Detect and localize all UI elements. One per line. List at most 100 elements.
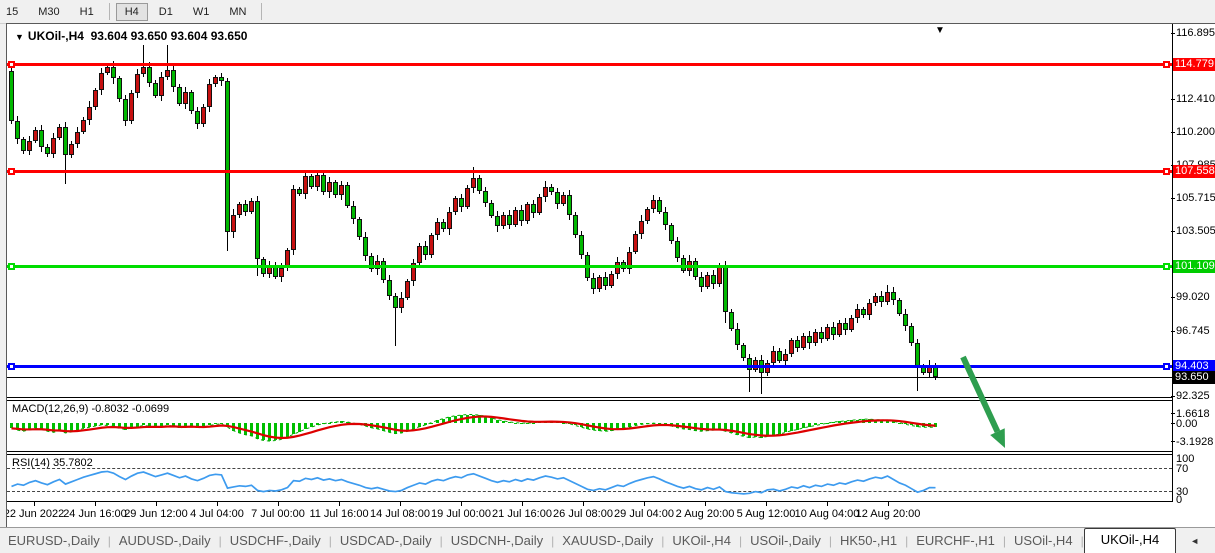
macd-histogram-bar <box>340 421 343 422</box>
macd-histogram-bar <box>910 423 913 426</box>
candle <box>663 212 668 225</box>
support-green-marker[interactable] <box>1163 263 1170 270</box>
time-tick-mark <box>217 502 218 506</box>
time-axis[interactable]: 22 Jun 202224 Jun 16:0029 Jun 12:004 Jul… <box>7 502 1172 528</box>
price-tick-mark <box>1171 331 1175 332</box>
candle <box>87 107 92 120</box>
tab-audusd-daily[interactable]: AUDUSD-,Daily <box>111 530 219 553</box>
macd-histogram-bar <box>40 423 43 430</box>
candle <box>243 204 248 211</box>
tab-scroll-arrows[interactable]: ◄ ► <box>1190 536 1215 546</box>
candle <box>201 107 206 125</box>
resistance-upper-marker[interactable] <box>8 61 15 68</box>
candle <box>219 77 224 81</box>
price-panel[interactable]: ▼ <box>7 24 1172 397</box>
candle <box>807 336 812 343</box>
candle <box>471 178 476 188</box>
candle <box>435 222 440 235</box>
tab-eurusd-daily[interactable]: EURUSD-,Daily <box>0 530 108 553</box>
price-tick: 116.895 <box>1176 27 1215 39</box>
rsi-panel[interactable]: RSI(14) 35.7802 <box>7 455 1172 501</box>
timeframe-button-h4[interactable]: H4 <box>116 3 148 21</box>
macd-histogram-bar <box>592 423 595 431</box>
macd-histogram-bar <box>358 423 361 425</box>
tab-usdchf-daily[interactable]: USDCHF-,Daily <box>222 530 329 553</box>
resistance-lower-marker[interactable] <box>8 168 15 175</box>
macd-histogram-bar <box>790 423 793 431</box>
macd-histogram-bar <box>262 423 265 441</box>
chevron-down-icon[interactable]: ▼ <box>15 32 24 42</box>
tab-usdcad-daily[interactable]: USDCAD-,Daily <box>332 530 440 553</box>
macd-histogram-bar <box>520 423 523 424</box>
macd-panel[interactable]: MACD(12,26,9) -0.8032 -0.0699 <box>7 401 1172 451</box>
price-axis[interactable]: 116.895112.410110.200107.985105.715103.5… <box>1173 24 1215 528</box>
macd-histogram-bar <box>718 423 721 430</box>
macd-histogram-bar <box>640 423 643 425</box>
macd-histogram-bar <box>610 423 613 431</box>
timeframe-button-mn[interactable]: MN <box>220 3 255 21</box>
candle <box>603 277 608 286</box>
timeframe-button-d1[interactable]: D1 <box>150 3 182 21</box>
macd-histogram-bar <box>514 423 517 424</box>
macd-histogram-bar <box>34 423 37 429</box>
price-tick: 99.020 <box>1176 291 1210 303</box>
candle <box>729 312 734 328</box>
macd-histogram-bar <box>700 423 703 432</box>
tab-xauusd-daily[interactable]: XAUUSD-,Daily <box>554 530 661 553</box>
macd-histogram-bar <box>64 423 67 433</box>
candle <box>357 219 362 237</box>
candle <box>327 182 332 192</box>
macd-histogram-bar <box>490 418 493 423</box>
timeframe-button-m30[interactable]: M30 <box>29 3 68 21</box>
candle <box>879 296 884 302</box>
tab-ukoil-h4[interactable]: UKOil-,H4 <box>664 530 739 553</box>
timeframe-button-15[interactable]: 15 <box>0 3 27 21</box>
macd-histogram-bar <box>826 423 829 424</box>
candle <box>363 237 368 256</box>
chart-ohlc-values: 93.604 93.650 93.604 93.650 <box>91 29 248 43</box>
macd-histogram-bar <box>190 423 193 426</box>
candle <box>345 185 350 206</box>
timeframe-button-w1[interactable]: W1 <box>184 3 219 21</box>
candle <box>213 77 218 84</box>
tab-usdcnh-daily[interactable]: USDCNH-,Daily <box>443 530 551 553</box>
support-blue-line[interactable] <box>7 365 1172 368</box>
tab-eurchf-h1[interactable]: EURCHF-,H1 <box>908 530 1003 553</box>
time-axis-label: 29 Jul 04:00 <box>614 508 674 520</box>
candle <box>459 198 464 207</box>
macd-histogram-bar <box>556 422 559 423</box>
support-blue-marker[interactable] <box>1163 363 1170 370</box>
tab-ukoil-h4[interactable]: UKOil-,H4 <box>1084 528 1177 553</box>
macd-histogram-bar <box>160 423 163 427</box>
chart-shift-marker-icon[interactable]: ▼ <box>935 25 945 36</box>
timeframe-button-h1[interactable]: H1 <box>71 3 103 21</box>
macd-histogram-bar <box>724 423 727 432</box>
resistance-lower-marker[interactable] <box>1163 168 1170 175</box>
candle <box>15 121 20 139</box>
support-green-marker[interactable] <box>8 263 15 270</box>
tab-hk50-h1[interactable]: HK50-,H1 <box>832 530 905 553</box>
macd-histogram-bar <box>334 422 337 423</box>
macd-histogram-bar <box>484 416 487 422</box>
macd-histogram-bar <box>706 423 709 431</box>
macd-histogram-bar <box>844 421 847 423</box>
macd-histogram-bar <box>922 423 925 428</box>
candle <box>519 210 524 220</box>
tab-usoil-daily[interactable]: USOil-,Daily <box>742 530 829 553</box>
candle <box>111 67 116 79</box>
macd-histogram-bar <box>634 423 637 426</box>
macd-histogram-bar <box>838 421 841 422</box>
support-green-line[interactable] <box>7 265 1172 268</box>
candle <box>147 67 152 83</box>
resistance-upper-marker[interactable] <box>1163 61 1170 68</box>
candle <box>45 147 50 154</box>
resistance-lower-line[interactable] <box>7 170 1172 173</box>
resistance-upper-line[interactable] <box>7 63 1172 66</box>
tab-usoil-h4[interactable]: USOil-,H4 <box>1006 530 1081 553</box>
rsi-axis-tick: 70 <box>1176 463 1188 475</box>
candle <box>909 326 914 344</box>
support-blue-marker[interactable] <box>8 363 15 370</box>
macd-axis-tick: 0.00 <box>1176 418 1197 430</box>
candle <box>57 127 62 137</box>
toolbar-separator <box>261 3 262 20</box>
